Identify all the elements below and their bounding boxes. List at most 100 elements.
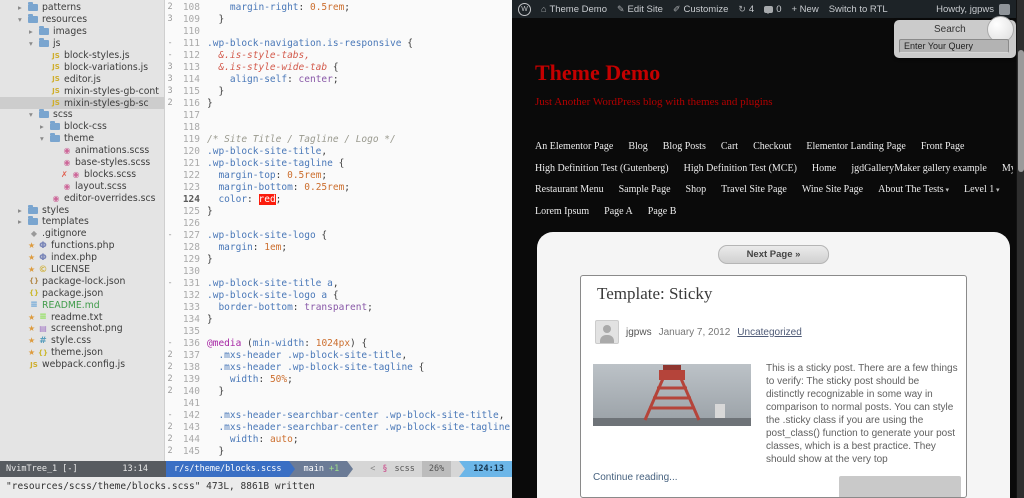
nav-item[interactable]: Home: [812, 163, 836, 174]
fold-column[interactable]: [166, 158, 174, 170]
tree-item-editor-overrides.scs[interactable]: ◉editor-overrides.scs: [0, 192, 164, 204]
fold-column[interactable]: [166, 170, 174, 182]
chevron-down-icon[interactable]: ▾: [29, 110, 39, 119]
fold-column[interactable]: 3: [166, 86, 174, 98]
fold-column[interactable]: [166, 146, 174, 158]
code-line[interactable]: 3109 }: [166, 14, 512, 26]
code-line[interactable]: 2116}: [166, 98, 512, 110]
code-line[interactable]: 133 border-bottom: transparent;: [166, 302, 512, 314]
code-line[interactable]: -112 &.is-style-tabs,: [166, 50, 512, 62]
fold-column[interactable]: -: [166, 50, 174, 62]
fold-column[interactable]: -: [166, 410, 174, 422]
next-page-button[interactable]: Next Page »: [718, 245, 830, 264]
code-line[interactable]: 120.wp-block-site-title,: [166, 146, 512, 158]
tree-item-.gitignore[interactable]: ◆.gitignore: [0, 228, 164, 240]
code-line[interactable]: 119/* Site Title / Tagline / Logo */: [166, 134, 512, 146]
fold-column[interactable]: 2: [166, 422, 174, 434]
code-line[interactable]: 132.wp-block-site-logo a {: [166, 290, 512, 302]
tree-item-webpack.config.js[interactable]: JSwebpack.config.js: [0, 359, 164, 371]
code-line[interactable]: -127.wp-block-site-logo {: [166, 230, 512, 242]
chevron-right-icon[interactable]: ▸: [18, 206, 28, 215]
tree-item-styles[interactable]: ▸styles: [0, 204, 164, 216]
fold-column[interactable]: [166, 122, 174, 134]
fold-column[interactable]: [166, 254, 174, 266]
search-input[interactable]: [899, 39, 1009, 53]
tree-item-scss[interactable]: ▾scss: [0, 109, 164, 121]
fold-column[interactable]: -: [166, 230, 174, 242]
nav-item[interactable]: jgdGalleryMaker gallery example: [851, 163, 987, 174]
nav-item[interactable]: An Elementor Page: [535, 141, 613, 152]
fold-column[interactable]: [166, 182, 174, 194]
code-line[interactable]: 118: [166, 122, 512, 134]
tree-item-screenshot.png[interactable]: ★▤screenshot.png: [0, 323, 164, 335]
chevron-down-icon[interactable]: ▾: [29, 39, 39, 48]
wp-logo-menu[interactable]: W: [518, 3, 531, 16]
fold-column[interactable]: [166, 206, 174, 218]
code-line[interactable]: 123 margin-bottom: 0.25rem;: [166, 182, 512, 194]
tree-item-LICENSE[interactable]: ★©LICENSE: [0, 264, 164, 276]
admin-bar-edit-site[interactable]: ✎Edit Site: [617, 4, 663, 15]
code-line[interactable]: 2144 width: auto;: [166, 434, 512, 446]
fold-column[interactable]: 2: [166, 362, 174, 374]
admin-bar-updates[interactable]: ↻4: [738, 4, 754, 15]
nav-item[interactable]: My account: [1002, 163, 1013, 174]
admin-bar-comments[interactable]: 0: [764, 4, 781, 15]
fold-column[interactable]: [166, 26, 174, 38]
fold-column[interactable]: -: [166, 38, 174, 50]
code-line[interactable]: 2139 width: 50%;: [166, 374, 512, 386]
code-line[interactable]: 2143 .mxs-header-searchbar-center .wp-bl…: [166, 422, 512, 434]
fold-column[interactable]: 3: [166, 14, 174, 26]
code-buffer[interactable]: 2108 margin-right: 0.5rem;3109 }110-111.…: [166, 0, 512, 461]
tree-item-index.php[interactable]: ★Φindex.php: [0, 252, 164, 264]
tree-item-editor.js[interactable]: JSeditor.js: [0, 73, 164, 85]
fold-column[interactable]: 2: [166, 2, 174, 14]
post-author-link[interactable]: jgpws: [626, 327, 652, 338]
code-line[interactable]: 128 margin: 1em;: [166, 242, 512, 254]
code-line[interactable]: 3114 align-self: center;: [166, 74, 512, 86]
continue-reading-link[interactable]: Continue reading...: [593, 472, 678, 483]
code-line[interactable]: 135: [166, 326, 512, 338]
code-line[interactable]: 125}: [166, 206, 512, 218]
fold-column[interactable]: [166, 326, 174, 338]
code-line[interactable]: -142 .mxs-header-searchbar-center .wp-bl…: [166, 410, 512, 422]
tree-item-mixin-styles-gb-sc[interactable]: JSmixin-styles-gb-sc: [0, 97, 164, 109]
code-line[interactable]: 117: [166, 110, 512, 122]
code-line[interactable]: 2108 margin-right: 0.5rem;: [166, 2, 512, 14]
tree-item-base-styles.scss[interactable]: ◉base-styles.scss: [0, 157, 164, 169]
tree-item-theme.json[interactable]: ★{}theme.json: [0, 347, 164, 359]
code-line[interactable]: 126: [166, 218, 512, 230]
nav-item[interactable]: Page B: [648, 206, 677, 217]
browser-scrollbar[interactable]: [1016, 0, 1024, 498]
code-line[interactable]: 2138 .mxs-header .wp-block-site-tagline …: [166, 362, 512, 374]
fold-column[interactable]: 2: [166, 98, 174, 110]
tree-item-blocks.scss[interactable]: ✗◉blocks.scss: [0, 168, 164, 180]
code-line[interactable]: 141: [166, 398, 512, 410]
nav-item[interactable]: High Definition Test (Gutenberg): [535, 163, 669, 174]
code-line[interactable]: 121.wp-block-site-tagline {: [166, 158, 512, 170]
admin-bar-howdy[interactable]: Howdy, jgpws: [936, 4, 994, 15]
code-line[interactable]: 122 margin-top: 0.5rem;: [166, 170, 512, 182]
code-line[interactable]: 2140 }: [166, 386, 512, 398]
fold-column[interactable]: 3: [166, 62, 174, 74]
fold-column[interactable]: 2: [166, 386, 174, 398]
fold-column[interactable]: [166, 242, 174, 254]
post-category-link[interactable]: Uncategorized: [737, 327, 801, 338]
code-line[interactable]: 134}: [166, 314, 512, 326]
nav-item[interactable]: Front Page: [921, 141, 965, 152]
nav-item[interactable]: Blog Posts: [663, 141, 706, 152]
tree-item-package-lock.json[interactable]: {}package-lock.json: [0, 275, 164, 287]
admin-bar-customize[interactable]: ✐Customize: [673, 4, 728, 15]
tree-item-block-variations.js[interactable]: JSblock-variations.js: [0, 61, 164, 73]
fold-column[interactable]: 2: [166, 374, 174, 386]
code-line[interactable]: -111.wp-block-navigation.is-responsive {: [166, 38, 512, 50]
tree-item-patterns[interactable]: ▸patterns: [0, 2, 164, 14]
code-line[interactable]: 3115 }: [166, 86, 512, 98]
tree-item-style.css[interactable]: ★#style.css: [0, 335, 164, 347]
nav-item[interactable]: Checkout: [753, 141, 791, 152]
chevron-right-icon[interactable]: ▸: [18, 217, 28, 226]
code-line[interactable]: -136@media (min-width: 1024px) {: [166, 338, 512, 350]
code-line[interactable]: 2137 .mxs-header .wp-block-site-title,: [166, 350, 512, 362]
nav-item[interactable]: Restaurant Menu: [535, 184, 604, 195]
nav-item[interactable]: About The Tests ▾: [878, 184, 949, 195]
admin-bar-new[interactable]: + New: [792, 4, 819, 15]
